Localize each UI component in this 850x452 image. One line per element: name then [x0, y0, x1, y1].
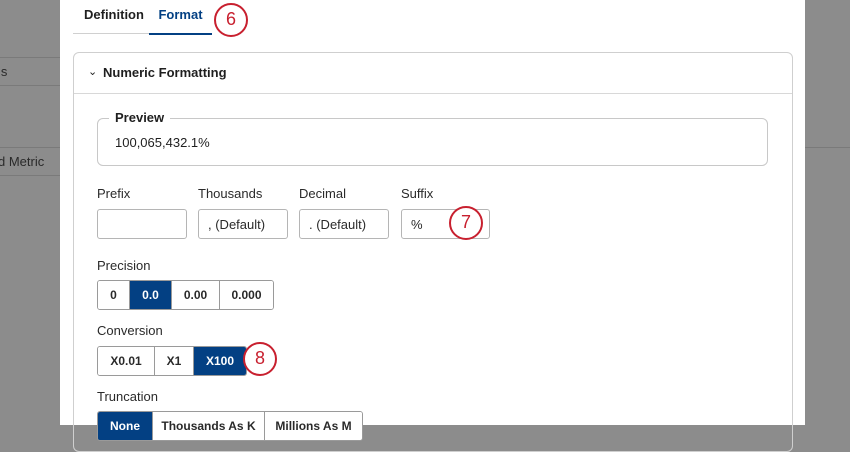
numeric-formatting-panel — [73, 52, 793, 452]
conversion-label: Conversion — [97, 323, 163, 338]
thousands-label: Thousands — [198, 186, 263, 201]
preview-value: 100,065,432.1% — [115, 135, 210, 150]
panel-divider — [74, 93, 792, 94]
precision-label: Precision — [97, 258, 151, 273]
annotation-marker: 7 — [449, 206, 483, 240]
conversion-option[interactable]: X100 — [193, 347, 246, 375]
chevron-down-icon[interactable]: ⌄ — [88, 65, 97, 78]
conversion-option[interactable]: X1 — [154, 347, 193, 375]
bg-divider — [0, 57, 60, 58]
annotation-marker: 8 — [243, 342, 277, 376]
precision-option[interactable]: 0.000 — [219, 281, 273, 309]
truncation-selector: None Thousands As K Millions As M — [97, 411, 363, 441]
bg-item: d Metric — [0, 154, 45, 169]
precision-option[interactable]: 0.0 — [129, 281, 171, 309]
bg-item: ls — [0, 64, 8, 79]
precision-selector: 0 0.0 0.00 0.000 — [97, 280, 274, 310]
annotation-marker: 6 — [214, 3, 248, 37]
conversion-selector: X0.01 X1 X100 — [97, 346, 247, 376]
truncation-option[interactable]: None — [98, 412, 152, 440]
conversion-option[interactable]: X0.01 — [98, 347, 154, 375]
suffix-label: Suffix — [401, 186, 434, 201]
truncation-option[interactable]: Millions As M — [264, 412, 362, 440]
section-title[interactable]: Numeric Formatting — [103, 65, 227, 80]
bg-divider — [805, 147, 850, 148]
bg-divider — [0, 85, 60, 86]
bg-divider — [0, 147, 60, 148]
decimal-label: Decimal — [299, 186, 346, 201]
tab-format[interactable]: Format — [149, 7, 212, 35]
prefix-label: Prefix — [97, 186, 131, 201]
precision-option[interactable]: 0.00 — [171, 281, 219, 309]
prefix-input[interactable] — [97, 209, 187, 239]
truncation-option[interactable]: Thousands As K — [152, 412, 264, 440]
tab-definition[interactable]: Definition — [84, 7, 144, 34]
thousands-input[interactable]: , (Default) — [198, 209, 288, 239]
preview-label: Preview — [109, 110, 171, 125]
decimal-input[interactable]: . (Default) — [299, 209, 389, 239]
precision-option[interactable]: 0 — [98, 281, 129, 309]
truncation-label: Truncation — [97, 389, 158, 404]
bg-divider — [0, 175, 60, 176]
